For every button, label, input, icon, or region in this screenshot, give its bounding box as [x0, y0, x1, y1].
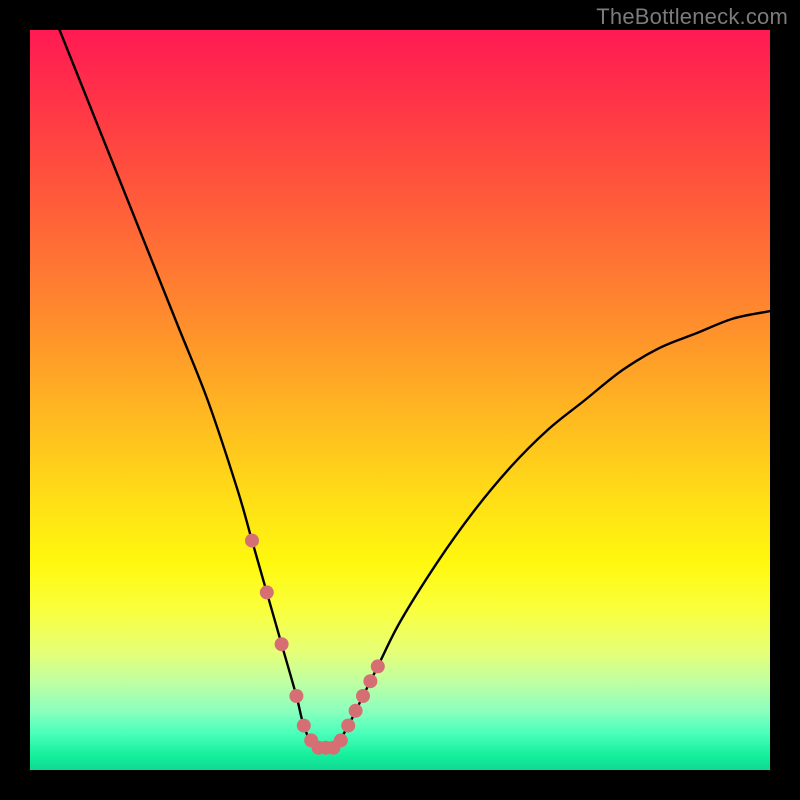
sweet-spot-dot: [349, 704, 363, 718]
sweet-spot-dot: [275, 637, 289, 651]
sweet-spot-dot: [334, 733, 348, 747]
chart-stage: TheBottleneck.com: [0, 0, 800, 800]
sweet-spot-dot: [356, 689, 370, 703]
sweet-spot-dot: [297, 719, 311, 733]
bottleneck-curve-path: [30, 30, 770, 751]
curve-layer: [30, 30, 770, 770]
sweet-spot-dot: [289, 689, 303, 703]
sweet-spot-dot: [245, 534, 259, 548]
watermark-text: TheBottleneck.com: [596, 4, 788, 30]
sweet-spot-dot: [260, 585, 274, 599]
sweet-spot-dots: [245, 534, 385, 755]
sweet-spot-dot: [371, 659, 385, 673]
sweet-spot-dot: [363, 674, 377, 688]
plot-area: [30, 30, 770, 770]
sweet-spot-dot: [341, 719, 355, 733]
